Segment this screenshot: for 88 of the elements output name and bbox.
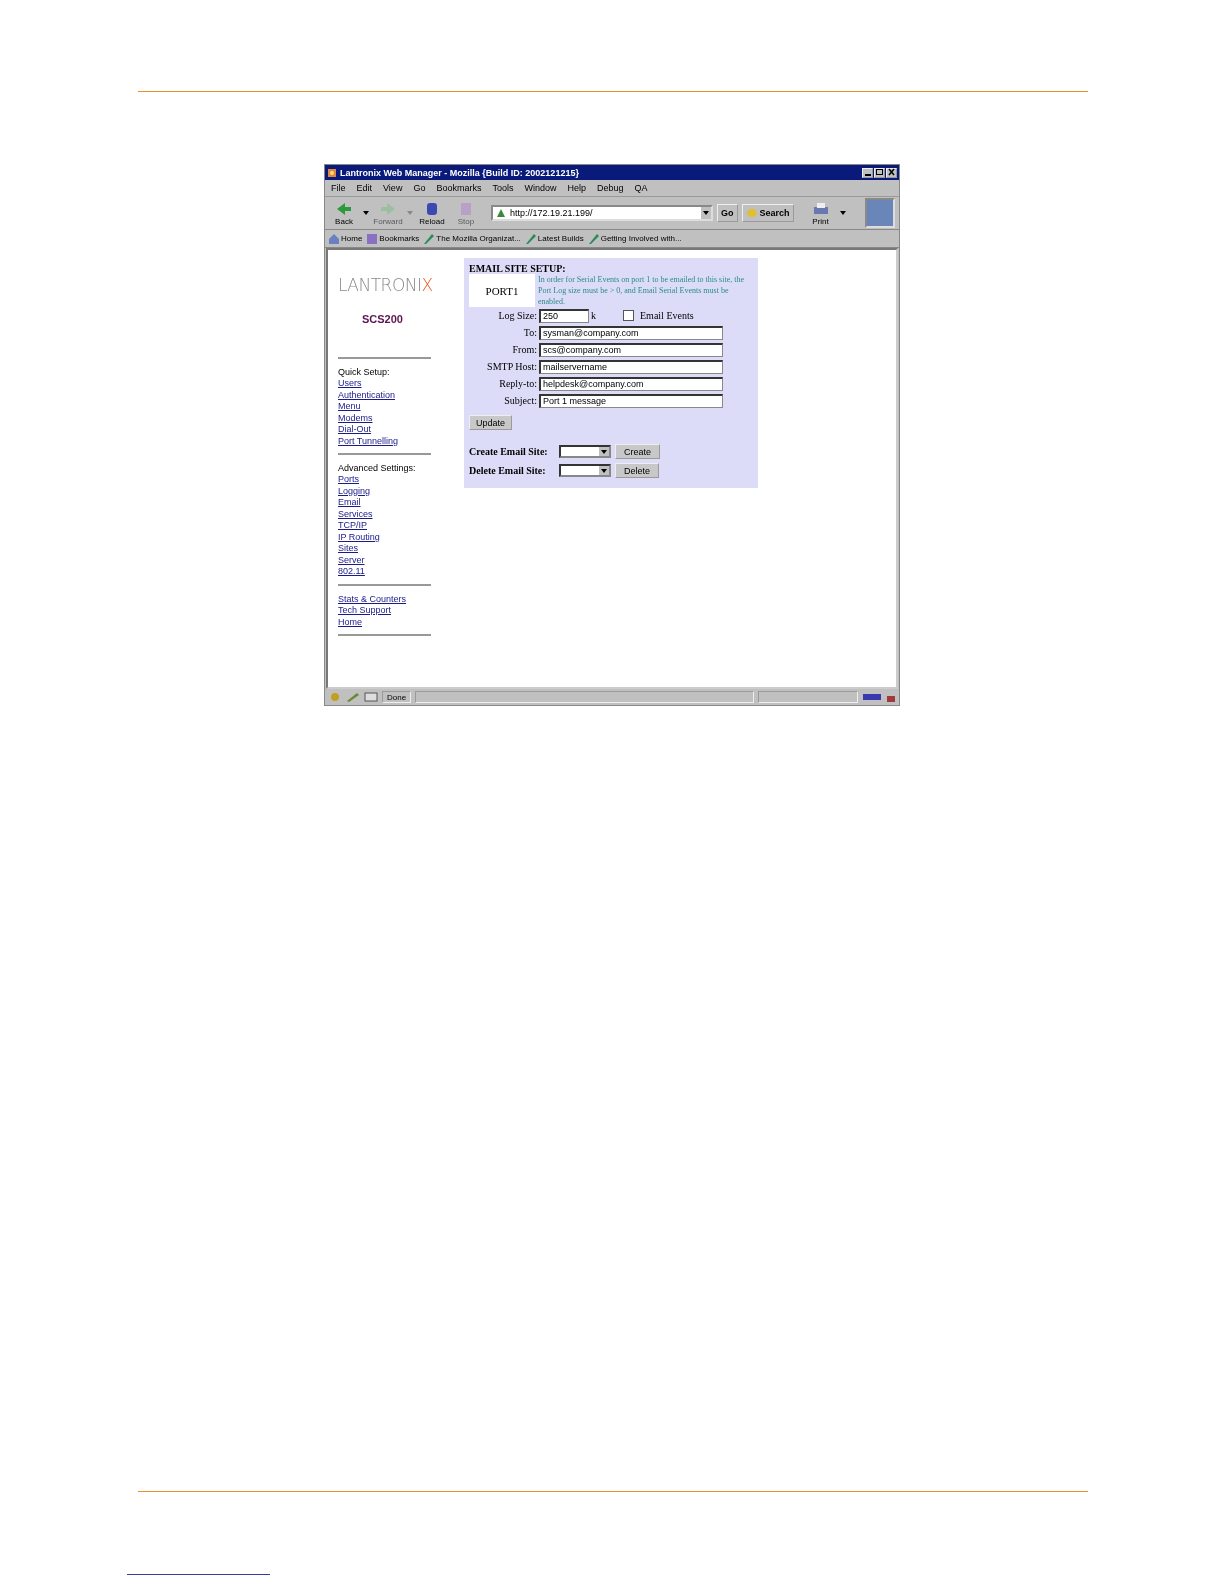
port-label: PORT1	[469, 274, 535, 307]
nav-link[interactable]: IP Routing	[338, 531, 450, 543]
close-icon	[887, 167, 896, 176]
bookmark-link[interactable]: Latest Builds	[524, 232, 584, 245]
address-field[interactable]: http://172.19.21.199/	[491, 205, 713, 221]
input-field[interactable]: sysman@company.com	[539, 325, 723, 340]
field-label: Reply-to:	[498, 378, 537, 389]
field-label: Delete Email Site:	[469, 465, 547, 476]
app-icon	[327, 167, 337, 178]
bookmark-icon	[423, 232, 436, 245]
nav-link[interactable]: 802.11	[338, 566, 450, 578]
nav-link[interactable]: Services	[338, 508, 450, 520]
input-field[interactable]: mailservername	[539, 359, 723, 374]
field-label: Subject:	[503, 395, 537, 406]
go-button[interactable]: Go	[717, 204, 738, 222]
window-title: Lantronix Web Manager - Mozilla {Build ID: 2002121215}	[340, 167, 580, 178]
form-title: EMAIL SITE SETUP:	[469, 263, 567, 274]
help-text: In order for Serial Events on port 1 to be emailed to this site, the Port Log size must be > 0, and Email Serial Events must be enabled.	[538, 274, 745, 307]
log-size-field[interactable]: 250	[539, 308, 589, 323]
checkbox-label: Email Events	[640, 310, 694, 321]
bookmark-link[interactable]: Home	[328, 232, 363, 245]
section-heading: Quick Setup:	[338, 367, 391, 377]
search-button[interactable]: Search	[741, 204, 794, 222]
nav-link[interactable]: Server	[338, 554, 450, 566]
menu-item[interactable]: QA	[634, 183, 648, 193]
bookmark-icon	[524, 232, 537, 245]
nav-link[interactable]: Users	[338, 378, 450, 390]
reload-button[interactable]: Reload	[417, 200, 447, 226]
maximize-button[interactable]	[874, 167, 885, 178]
menu-item[interactable]: Go	[413, 183, 426, 193]
caret-icon[interactable]	[839, 211, 846, 215]
nav-link[interactable]: Modems	[338, 412, 450, 424]
update-button[interactable]: Update	[469, 415, 513, 430]
field-label: Log Size:	[497, 310, 537, 321]
minimize-icon	[864, 173, 871, 176]
nav-link[interactable]: Sites	[338, 543, 450, 555]
menu-item[interactable]: Edit	[356, 183, 373, 193]
nav-link[interactable]: Logging	[338, 485, 450, 497]
input-field[interactable]: helpdesk@company.com	[539, 376, 723, 391]
nav-link[interactable]: Stats & Counters	[338, 593, 450, 605]
site-dropdown[interactable]	[559, 464, 611, 477]
close-button[interactable]	[886, 167, 897, 178]
nav-link[interactable]: Dial-Out	[338, 424, 450, 436]
input-field[interactable]: scs@company.com	[539, 342, 723, 357]
field-label: From:	[511, 344, 537, 355]
dropdown-arrow-icon	[599, 447, 609, 456]
nav-link[interactable]: Authentication	[338, 389, 450, 401]
nav-link[interactable]: Tech Support	[338, 605, 450, 617]
arrow-icon	[335, 200, 353, 217]
printer-icon	[811, 200, 830, 217]
menu-item[interactable]: File	[331, 183, 346, 193]
section-heading: Advanced Settings:	[338, 463, 417, 473]
field-label: SMTP Host:	[486, 361, 537, 372]
nav-link[interactable]: Port Tunnelling	[338, 435, 450, 447]
input-field[interactable]: Port 1 message	[539, 393, 723, 408]
nav-link[interactable]: Ports	[338, 474, 450, 486]
nav-link[interactable]: TCP/IP	[338, 520, 450, 532]
action-button[interactable]: Create	[615, 444, 660, 459]
caret-icon[interactable]	[363, 211, 369, 215]
action-button[interactable]: Delete	[615, 463, 659, 478]
nav-link[interactable]: Home	[338, 616, 450, 628]
field-label: Create Email Site:	[469, 446, 549, 457]
bookmark-link[interactable]: Getting Involved with...	[587, 232, 682, 245]
print-button[interactable]: Print	[805, 200, 836, 226]
minimize-button[interactable]	[862, 167, 873, 178]
site-dropdown[interactable]	[559, 445, 611, 458]
maximize-icon	[875, 167, 884, 176]
bookmark-icon	[587, 232, 600, 245]
menu-item[interactable]: Help	[567, 183, 586, 193]
bookmark-link[interactable]: Bookmarks	[366, 232, 420, 245]
checkbox[interactable]	[623, 310, 634, 321]
status-text: Done	[382, 691, 412, 703]
home-icon	[328, 232, 340, 245]
arrow-icon	[379, 200, 397, 217]
bookmark-link[interactable]: The Mozilla Organizat...	[423, 232, 521, 245]
unit-label: k	[591, 310, 597, 321]
dropdown-arrow-icon	[599, 466, 609, 475]
device-name: SCS200	[362, 313, 404, 325]
menu-item[interactable]: View	[383, 183, 403, 193]
menu-item[interactable]: Window	[524, 183, 557, 193]
nav-link[interactable]: Menu	[338, 401, 450, 413]
back-button[interactable]: Back	[329, 200, 359, 226]
menu-item[interactable]: Debug	[596, 183, 624, 193]
menu-item[interactable]: Bookmarks	[436, 183, 482, 193]
field-label: To:	[522, 327, 537, 338]
nav-link[interactable]: Email	[338, 497, 450, 509]
menu-item[interactable]: Tools	[492, 183, 514, 193]
logo: LANTRONIX	[338, 275, 434, 295]
